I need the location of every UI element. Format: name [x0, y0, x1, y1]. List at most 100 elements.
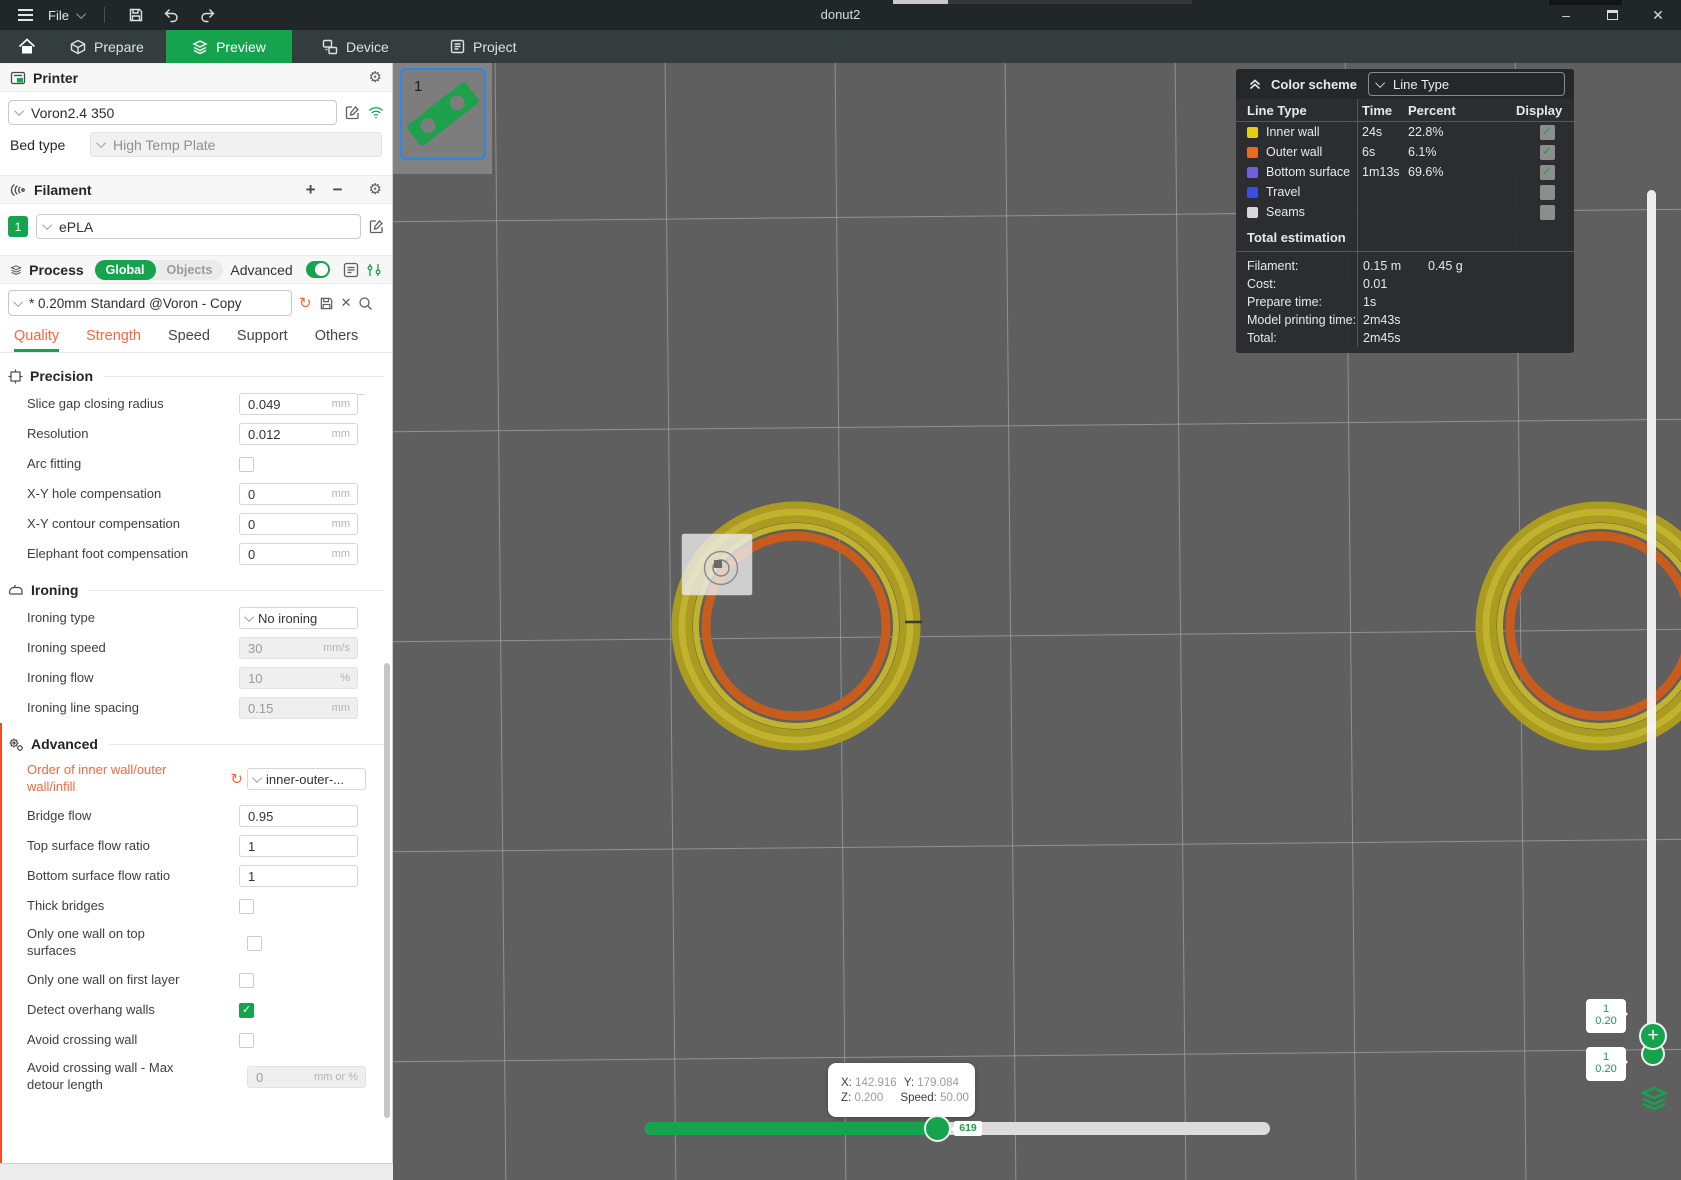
- setting-label: Arc fitting: [27, 455, 82, 471]
- settings-scroll-area[interactable]: Precision Slice gap closing radius 0.049…: [0, 353, 392, 1124]
- printer-select[interactable]: Voron2.4 350: [8, 100, 337, 125]
- settings-scrollbar[interactable]: [384, 663, 390, 1118]
- move-slider-handle[interactable]: [924, 1115, 951, 1142]
- xy-hole-compensation-input[interactable]: 0 mm: [239, 483, 358, 505]
- parameter-list-button[interactable]: [343, 262, 359, 278]
- color-scheme-panel: Color scheme Line Type Line Type Time Pe…: [1236, 69, 1574, 353]
- file-menu-label[interactable]: File: [48, 8, 69, 23]
- delete-preset-button[interactable]: ✕: [341, 295, 352, 311]
- process-scope-toggle[interactable]: Global Objects: [94, 259, 224, 280]
- bottom-surface-flow-ratio-input[interactable]: 1: [239, 865, 358, 887]
- layer-slider-upper-handle[interactable]: +: [1639, 1022, 1667, 1050]
- layer-badge-bottom: 1 0.20: [1586, 1047, 1628, 1081]
- thick-bridges-checkbox[interactable]: [239, 898, 254, 914]
- save-button[interactable]: [123, 4, 149, 26]
- parameter-table-button[interactable]: [366, 262, 382, 278]
- filament-settings-gear-icon[interactable]: ⚙: [369, 182, 382, 197]
- estimation-row: Prepare time: 1s: [1236, 293, 1574, 311]
- plate-thumbnail[interactable]: 1: [400, 68, 486, 160]
- collapse-panel-icon[interactable]: [1248, 77, 1262, 91]
- legend-row: Travel: [1236, 182, 1574, 202]
- slice-gap-closing-radius-input[interactable]: 0.049 mm: [239, 393, 358, 415]
- tooltip-x-value: 142.916: [855, 1076, 897, 1089]
- save-icon: [129, 8, 143, 22]
- setting-label: Only one wall on top surfaces: [27, 926, 145, 958]
- chevron-down-icon: [13, 296, 24, 307]
- layers-view-button[interactable]: [1640, 1085, 1668, 1111]
- scope-global[interactable]: Global: [94, 259, 156, 280]
- close-button[interactable]: ✕: [1635, 0, 1681, 30]
- legend-row: Seams: [1236, 202, 1574, 222]
- bridge-flow-input[interactable]: 0.95: [239, 805, 358, 827]
- setting-label: Thick bridges: [27, 897, 105, 913]
- window-title: donut2: [820, 7, 861, 22]
- advanced-mode-toggle[interactable]: [305, 261, 330, 278]
- reset-preset-button[interactable]: ↻: [299, 294, 312, 312]
- estimation-row: Filament: 0.15 m 0.45 g: [1236, 257, 1574, 275]
- process-preset-select[interactable]: * 0.20mm Standard @Voron - Copy: [8, 290, 292, 316]
- setting-label: Slice gap closing radius: [27, 395, 164, 411]
- bed-type-label: Bed type: [10, 136, 66, 153]
- printer-settings-gear-icon[interactable]: ⚙: [369, 70, 382, 85]
- elephant-foot-compensation-input[interactable]: 0 mm: [239, 543, 358, 565]
- setting-label: Top surface flow ratio: [27, 837, 150, 853]
- resolution-input[interactable]: 0.012 mm: [239, 423, 358, 445]
- advanced-mode-label: Advanced: [230, 261, 293, 278]
- xy-contour-compensation-input[interactable]: 0 mm: [239, 513, 358, 535]
- tab-project-label: Project: [473, 38, 517, 55]
- detect-overhang-walls-checkbox[interactable]: [239, 1002, 254, 1018]
- tab-project[interactable]: Project: [436, 30, 531, 63]
- setting-row: Arc fitting: [0, 449, 392, 479]
- display-checkbox[interactable]: [1540, 164, 1555, 180]
- search-preset-button[interactable]: [358, 296, 373, 311]
- view-mode-dropdown[interactable]: Line Type: [1367, 72, 1565, 96]
- setting-row: X-Y hole compensation 0 mm: [0, 479, 392, 509]
- display-checkbox[interactable]: [1540, 204, 1555, 220]
- layer-slider-track[interactable]: [1647, 190, 1656, 1048]
- undo-button[interactable]: [159, 4, 185, 26]
- wifi-icon[interactable]: [368, 106, 384, 119]
- only-one-wall-first-layer-checkbox[interactable]: [239, 972, 254, 988]
- line-type-label: Seams: [1266, 205, 1305, 219]
- tab-device[interactable]: Device: [308, 30, 403, 63]
- filament-edit-button[interactable]: [369, 219, 384, 234]
- file-menu-button[interactable]: [12, 4, 38, 26]
- reset-setting-button[interactable]: ↻: [230, 770, 243, 788]
- add-filament-button[interactable]: +: [301, 180, 321, 200]
- chevron-down-icon: [1375, 77, 1386, 88]
- scope-objects[interactable]: Objects: [156, 260, 224, 280]
- estimation-label: Prepare time:: [1247, 295, 1323, 309]
- file-menu-chevron-icon[interactable]: [76, 8, 86, 19]
- display-checkbox[interactable]: [1540, 124, 1555, 140]
- redo-button[interactable]: [195, 4, 221, 26]
- ironing-type-select[interactable]: No ironing: [239, 607, 358, 629]
- tab-quality[interactable]: Quality: [14, 328, 60, 352]
- section-advanced: Advanced: [8, 736, 384, 752]
- tab-support[interactable]: Support: [237, 328, 288, 352]
- home-button[interactable]: [10, 34, 44, 59]
- setting-row: Detect overhang walls: [0, 995, 392, 1025]
- title-bar: File donut2 – ✕: [0, 0, 1681, 30]
- display-checkbox[interactable]: [1540, 184, 1555, 200]
- chevron-down-icon: [252, 772, 263, 783]
- line-type-label: Inner wall: [1266, 125, 1320, 139]
- project-icon: [450, 39, 465, 54]
- setting-row: Thick bridges: [0, 891, 392, 921]
- tab-speed[interactable]: Speed: [168, 328, 210, 352]
- filament-select[interactable]: ePLA: [36, 214, 361, 239]
- top-surface-flow-ratio-input[interactable]: 1: [239, 835, 358, 857]
- remove-filament-button[interactable]: −: [328, 180, 348, 200]
- tab-prepare[interactable]: Prepare: [56, 30, 158, 63]
- printer-edit-button[interactable]: [345, 105, 360, 120]
- tab-others[interactable]: Others: [315, 328, 359, 352]
- avoid-crossing-wall-checkbox[interactable]: [239, 1032, 254, 1048]
- display-checkbox[interactable]: [1540, 144, 1555, 160]
- bed-type-select[interactable]: High Temp Plate: [90, 132, 382, 157]
- only-one-wall-top-checkbox[interactable]: [247, 935, 262, 951]
- arc-fitting-checkbox[interactable]: [239, 456, 254, 472]
- wall-order-select[interactable]: inner-outer-...: [247, 768, 366, 790]
- maximize-icon: [1606, 10, 1618, 20]
- tab-preview[interactable]: Preview: [166, 30, 292, 63]
- tab-strength[interactable]: Strength: [86, 328, 141, 352]
- save-preset-button[interactable]: [319, 296, 334, 311]
